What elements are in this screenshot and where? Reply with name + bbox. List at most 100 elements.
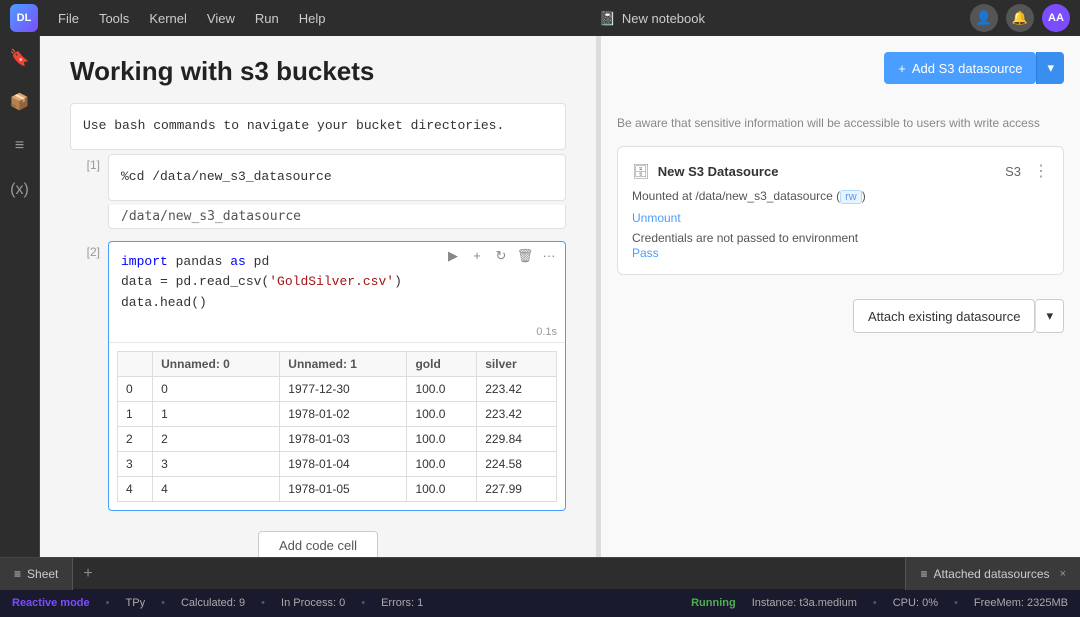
status-dot-3: •: [261, 597, 265, 609]
table-cell: 229.84: [477, 426, 557, 451]
table-cell: 0: [118, 376, 153, 401]
menu-help[interactable]: Help: [291, 7, 334, 30]
sidebar-icon-layers[interactable]: 📦: [6, 88, 34, 116]
cell-1-output: /data/new_s3_datasource: [108, 205, 566, 229]
code-cell-toolbar: ▶ + ↻ 🗑 ···: [443, 246, 559, 266]
sidebar-icon-list[interactable]: ≡: [6, 132, 34, 160]
table-cell: 2: [118, 426, 153, 451]
th-gold: gold: [407, 351, 477, 376]
datasource-header: 🗄 New S3 Datasource S3 ⋮: [632, 161, 1049, 181]
cell-1: [1] %cd /data/new_s3_datasource /data/ne…: [70, 154, 566, 229]
th-unnamed0: Unnamed: 0: [153, 351, 280, 376]
markdown-text: Use bash commands to navigate your bucke…: [83, 116, 553, 137]
delete-cell-btn[interactable]: 🗑: [515, 246, 535, 266]
cell-2-gutter: [2] ▶ + ↻ 🗑 ··· import: [70, 241, 566, 511]
sheet-tab-icon: ≡: [14, 567, 21, 581]
code-text-3: data = pd.read_csv(: [121, 274, 269, 289]
table-cell: 1978-01-02: [280, 401, 407, 426]
pass-link[interactable]: Pass: [632, 246, 659, 260]
avatar[interactable]: AA: [1042, 4, 1070, 32]
code-text-1: pandas: [176, 254, 231, 269]
unmount-row: Unmount: [632, 210, 1049, 225]
notification-icon[interactable]: 🔔: [1006, 4, 1034, 32]
table-row: 441978-01-05100.0227.99: [118, 476, 557, 501]
table-cell: 100.0: [407, 451, 477, 476]
cell-1-gutter: [1] %cd /data/new_s3_datasource /data/ne…: [70, 154, 566, 229]
cell-1-number: [1]: [70, 154, 100, 172]
table-cell: 1978-01-04: [280, 451, 407, 476]
more-cell-btn[interactable]: ···: [539, 246, 559, 266]
data-table-container: Unnamed: 0 Unnamed: 1 gold silver 001977…: [109, 342, 565, 510]
table-cell: 1978-01-03: [280, 426, 407, 451]
menubar: DL File Tools Kernel View Run Help 📓 New…: [0, 0, 1080, 36]
attach-row: Attach existing datasource ▾: [617, 291, 1064, 333]
status-cpu: CPU: 0%: [893, 597, 938, 609]
attached-tab-close[interactable]: ×: [1060, 568, 1066, 580]
cell-1-output-text: /data/new_s3_datasource: [121, 209, 301, 224]
status-freemem: FreeMem: 2325MB: [974, 597, 1068, 609]
status-dot-4: •: [361, 597, 365, 609]
menu-tools[interactable]: Tools: [91, 7, 137, 30]
unmount-link[interactable]: Unmount: [632, 211, 681, 225]
cell-1-content: %cd /data/new_s3_datasource /data/new_s3…: [108, 154, 566, 229]
table-body: 001977-12-30100.0223.42111978-01-02100.0…: [118, 376, 557, 501]
notebook-icon: 📓: [598, 10, 615, 27]
status-mode: Reactive mode: [12, 597, 90, 609]
refresh-cell-btn[interactable]: ↻: [491, 246, 511, 266]
datasource-card: 🗄 New S3 Datasource S3 ⋮ Mounted at /dat…: [617, 146, 1064, 275]
cred-text: Credentials are not passed to environmen…: [632, 231, 1049, 245]
attach-existing-button[interactable]: Attach existing datasource: [853, 299, 1035, 333]
tab-right: ≡ Attached datasources ×: [905, 558, 1080, 590]
notebook-title: New notebook: [622, 11, 705, 26]
table-cell: 223.42: [477, 401, 557, 426]
right-panel-content: + Add S3 datasource ▾ Be aware that sens…: [601, 36, 1080, 557]
attach-dropdown[interactable]: ▾: [1035, 299, 1064, 333]
tab-left: ≡ Sheet +: [0, 558, 905, 590]
status-in-process: In Process: 0: [281, 597, 345, 609]
add-s3-button[interactable]: + Add S3 datasource: [884, 52, 1036, 84]
add-s3-label: Add S3 datasource: [912, 61, 1023, 76]
run-cell-btn[interactable]: ▶: [443, 246, 463, 266]
table-cell: 100.0: [407, 426, 477, 451]
table-cell: 0: [153, 376, 280, 401]
sheet-tab[interactable]: ≡ Sheet: [0, 558, 73, 590]
menu-run[interactable]: Run: [247, 7, 287, 30]
three-dot-menu[interactable]: ⋮: [1033, 161, 1049, 181]
table-cell: 100.0: [407, 476, 477, 501]
sidebar-icon-variable[interactable]: (x): [6, 176, 34, 204]
user-icon[interactable]: 👤: [970, 4, 998, 32]
warning-text: Be aware that sensitive information will…: [617, 108, 1064, 130]
code-cell-wrapper: ▶ + ↻ 🗑 ··· import pandas as pd: [108, 241, 566, 511]
table-row: 001977-12-30100.0223.42: [118, 376, 557, 401]
status-calculated: Calculated: 9: [181, 597, 245, 609]
table-row: 111978-01-02100.0223.42: [118, 401, 557, 426]
menu-file[interactable]: File: [50, 7, 87, 30]
add-code-button[interactable]: Add code cell: [258, 531, 378, 557]
cell-2-number: [2]: [70, 241, 100, 259]
table-cell: 227.99: [477, 476, 557, 501]
tab-add-button[interactable]: +: [73, 558, 102, 590]
mount-path-end: ): [862, 189, 866, 203]
status-dot-6: •: [954, 597, 958, 609]
menu-view[interactable]: View: [199, 7, 243, 30]
plus-icon: +: [898, 61, 906, 76]
pass-row: Pass: [632, 245, 1049, 260]
datasource-type: S3: [1005, 164, 1021, 179]
table-cell: 1978-01-05: [280, 476, 407, 501]
sheet-tab-label: Sheet: [27, 567, 58, 581]
attached-tab[interactable]: ≡ Attached datasources ×: [905, 558, 1080, 590]
code-line-3: data.head(): [121, 293, 553, 314]
add-s3-row: + Add S3 datasource ▾: [617, 52, 1064, 96]
add-s3-dropdown[interactable]: ▾: [1036, 52, 1064, 84]
table-cell: 1: [153, 401, 280, 426]
main-layout: 🔖 📦 ≡ (x) Working with s3 buckets Use ba…: [0, 36, 1080, 557]
menu-kernel[interactable]: Kernel: [141, 7, 195, 30]
execution-time: 0.1s: [109, 324, 565, 342]
menubar-right: 👤 🔔 AA: [970, 4, 1070, 32]
datasource-db-icon: 🗄: [632, 163, 650, 180]
status-lang: TPy: [126, 597, 146, 609]
datasource-name: New S3 Datasource: [658, 164, 779, 179]
add-cell-btn[interactable]: +: [467, 246, 487, 266]
sidebar-icon-bookmark[interactable]: 🔖: [6, 44, 34, 72]
attach-label: Attach existing datasource: [868, 309, 1020, 324]
